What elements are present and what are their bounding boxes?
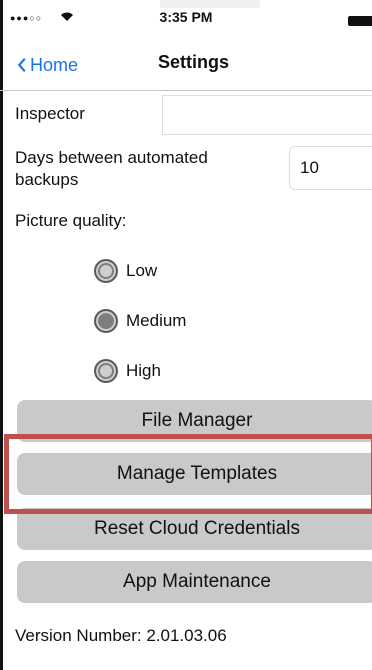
- version-number: Version Number: 2.01.03.06: [15, 626, 227, 645]
- app-maintenance-button[interactable]: App Maintenance: [17, 561, 372, 603]
- back-button-label: Home: [30, 54, 79, 75]
- picture-quality-label: Picture quality:: [15, 211, 127, 230]
- reset-cloud-credentials-button[interactable]: Reset Cloud Credentials: [17, 508, 372, 550]
- inspector-field[interactable]: [162, 95, 372, 135]
- inspector-label: Inspector: [15, 104, 85, 123]
- quality-option-high[interactable]: High: [94, 359, 161, 383]
- battery-icon: [348, 16, 372, 26]
- radio-button-selected[interactable]: [94, 309, 118, 333]
- backup-days-label-line2: backups: [15, 170, 79, 189]
- radio-button[interactable]: [94, 359, 118, 383]
- quality-option-low[interactable]: Low: [94, 259, 157, 283]
- quality-option-label: High: [126, 361, 161, 380]
- quality-option-label: Medium: [126, 311, 187, 330]
- backup-days-field[interactable]: 10: [289, 146, 372, 190]
- quality-option-medium[interactable]: Medium: [94, 309, 186, 333]
- navigation-bar: Home Settings: [0, 36, 372, 91]
- manage-templates-button[interactable]: Manage Templates: [17, 453, 372, 495]
- backup-days-label: Days between automated backups: [15, 147, 208, 191]
- file-manager-button[interactable]: File Manager: [17, 400, 372, 442]
- chevron-left-icon: [17, 58, 26, 72]
- status-time: 3:35 PM: [159, 9, 213, 25]
- page-title: Settings: [158, 52, 230, 72]
- quality-option-label: Low: [126, 261, 158, 280]
- backup-days-label-line1: Days between automated: [15, 148, 208, 167]
- radio-button[interactable]: [94, 259, 118, 283]
- back-button[interactable]: Home: [16, 52, 78, 78]
- device-frame-edge: [0, 0, 3, 670]
- status-bar: ●●●○○ 3:35 PM: [0, 0, 372, 36]
